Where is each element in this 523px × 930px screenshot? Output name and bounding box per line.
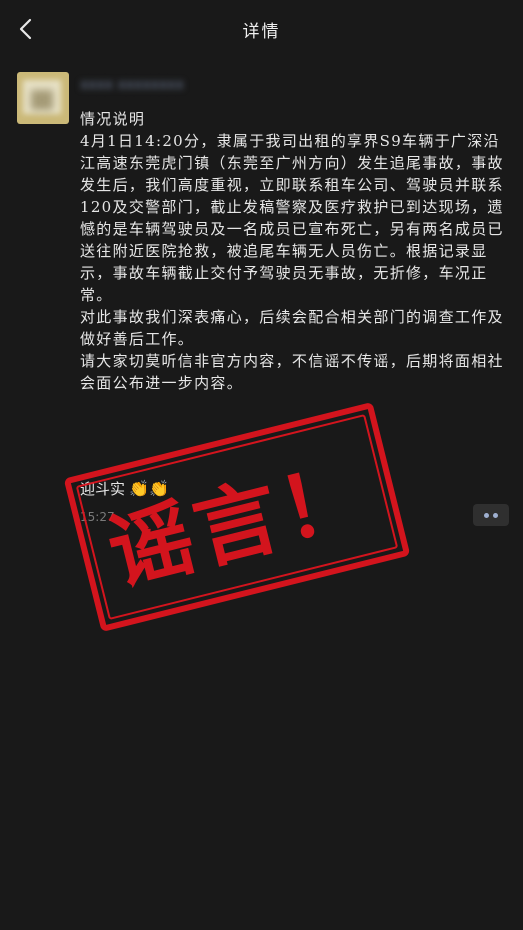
post-paragraph-3: 请大家切莫听信非官方内容，不信谣不传谣，后期将面相社会面公布进一步内容。 — [80, 352, 504, 392]
more-options-button[interactable] — [473, 504, 509, 526]
post-paragraph-2: 对此事故我们深表痛心，后续会配合相关部门的调查工作及做好善后工作。 — [80, 308, 504, 348]
post-paragraph-1: 4月1日14:20分，隶属于我司出租的享界S9车辆于广深沿江高速东莞虎门镇（东莞… — [80, 132, 504, 304]
back-button[interactable] — [10, 14, 40, 44]
page-title: 详情 — [242, 21, 281, 42]
username[interactable]: xxxx xxxxxxxx — [80, 74, 270, 96]
post-content: 情况说明 4月1日14:20分，隶属于我司出租的享界S9车辆于广深沿江高速东莞虎… — [80, 108, 510, 394]
moment-post: xxxx xxxxxxxx 情况说明 4月1日14:20分，隶属于我司出租的享界… — [0, 58, 523, 930]
more-dots-icon — [484, 512, 489, 518]
chevron-left-icon — [19, 18, 32, 40]
username-text: xxxx xxxxxxxx — [80, 77, 184, 93]
rumor-stamp: 谣言！ — [63, 401, 411, 633]
post-heading: 情况说明 — [80, 110, 146, 128]
top-bar: 详情 — [0, 0, 523, 58]
more-dots-icon-2 — [493, 512, 498, 518]
avatar[interactable] — [17, 72, 69, 124]
